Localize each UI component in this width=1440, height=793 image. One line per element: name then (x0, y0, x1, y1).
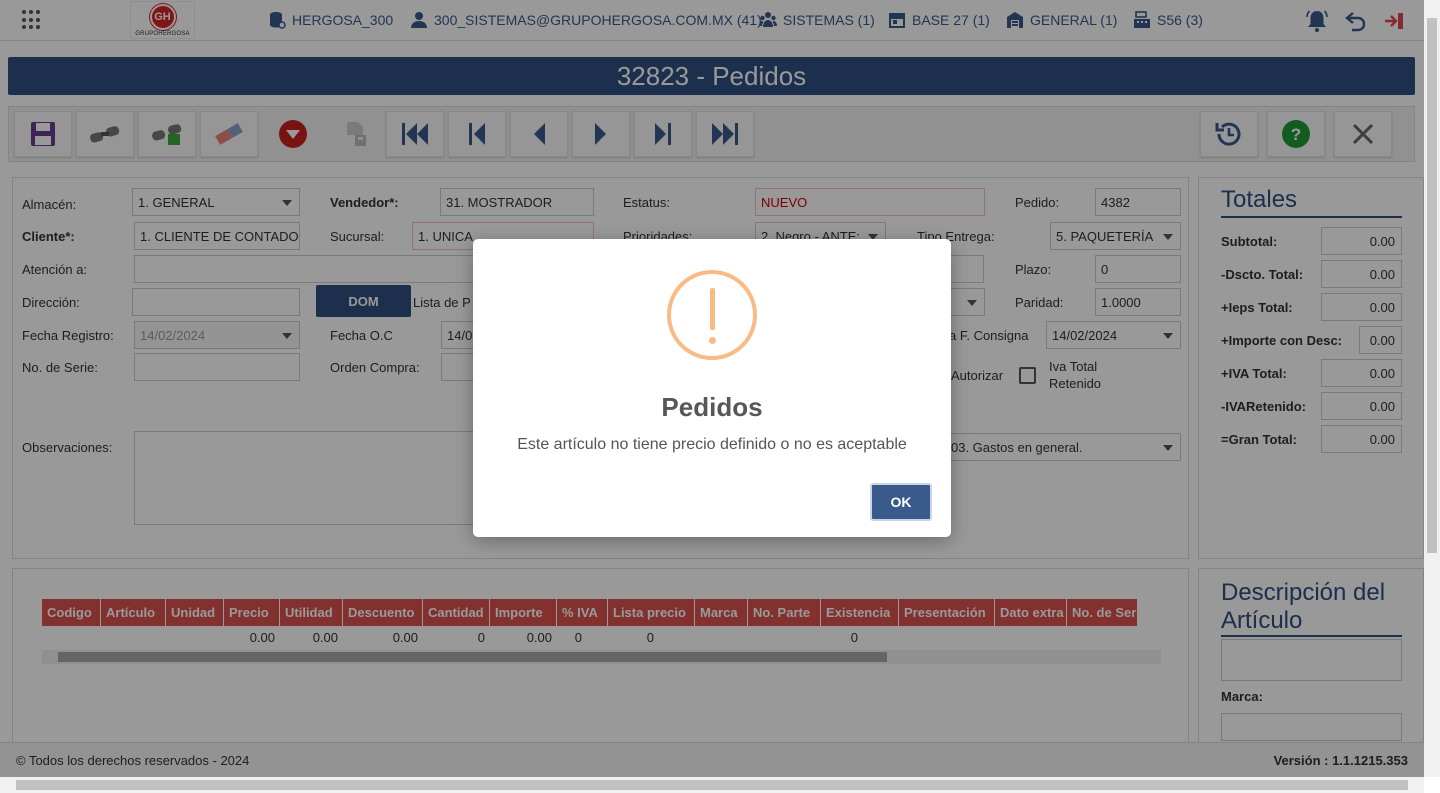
warning-icon (667, 270, 757, 360)
alert-title: Pedidos (661, 392, 763, 422)
ok-button[interactable]: OK (870, 483, 932, 521)
page-vertical-scrollbar[interactable] (1424, 0, 1440, 777)
alert-message: Este artículo no tiene precio definido o… (517, 436, 907, 453)
page-horizontal-scroll-thumb[interactable] (16, 780, 1408, 790)
page-vertical-scroll-thumb[interactable] (1427, 18, 1437, 553)
alert-dialog: Pedidos Este artículo no tiene precio de… (473, 239, 951, 537)
page-horizontal-scrollbar[interactable] (0, 777, 1424, 793)
